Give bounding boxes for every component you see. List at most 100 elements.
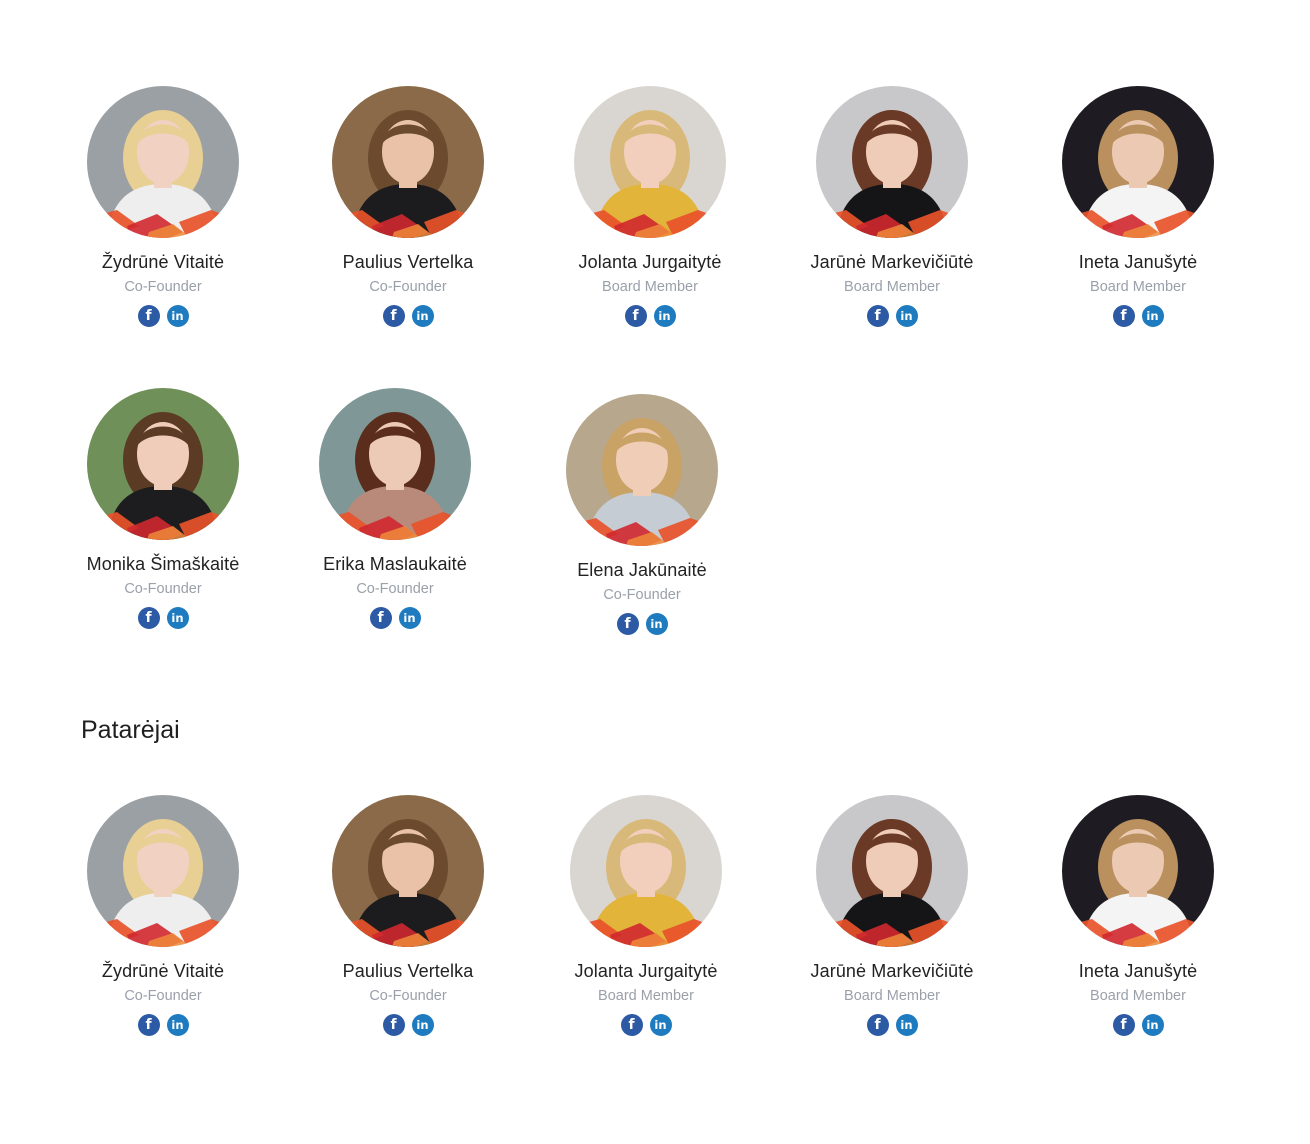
facebook-icon[interactable]: f <box>866 1014 889 1036</box>
linkedin-icon[interactable]: in <box>166 607 189 629</box>
portrait-image <box>574 86 726 238</box>
portrait-image <box>87 388 239 540</box>
member-role: Co-Founder <box>369 279 447 295</box>
social-links: f in <box>620 1014 672 1036</box>
team-card: Monika Šimaškaitė Co-Founder f in <box>43 388 283 629</box>
facebook-icon[interactable]: f <box>382 305 405 327</box>
team-card: Paulius Vertelka Co-Founder f in <box>288 86 528 327</box>
team-card: Paulius Vertelka Co-Founder f in <box>288 795 528 1036</box>
linkedin-icon[interactable]: in <box>649 1014 672 1036</box>
member-name: Jolanta Jurgaitytė <box>578 252 722 272</box>
portrait-image <box>1062 86 1214 238</box>
member-name: Jarūnė Markevičiūtė <box>810 961 974 981</box>
member-name: Paulius Vertelka <box>342 961 474 981</box>
portrait-image <box>570 795 722 947</box>
linkedin-icon[interactable]: in <box>1141 1014 1164 1036</box>
linkedin-icon[interactable]: in <box>166 305 189 327</box>
social-links: f in <box>137 1014 189 1036</box>
facebook-icon[interactable]: f <box>137 305 160 327</box>
facebook-icon[interactable]: f <box>382 1014 405 1036</box>
member-role: Co-Founder <box>124 988 202 1004</box>
portrait-image <box>816 86 968 238</box>
facebook-icon[interactable]: f <box>620 1014 643 1036</box>
member-role: Co-Founder <box>124 279 202 295</box>
member-name: Monika Šimaškaitė <box>86 554 240 574</box>
avatar <box>332 86 484 238</box>
member-role: Board Member <box>598 988 694 1004</box>
member-name: Erika Maslaukaitė <box>323 554 467 574</box>
team-card: Erika Maslaukaitė Co-Founder f in <box>275 388 515 629</box>
portrait-image <box>332 86 484 238</box>
linkedin-icon[interactable]: in <box>166 1014 189 1036</box>
social-links: f in <box>624 305 676 327</box>
social-links: f in <box>382 1014 434 1036</box>
facebook-icon[interactable]: f <box>866 305 889 327</box>
portrait-image <box>1062 795 1214 947</box>
member-role: Co-Founder <box>603 587 681 603</box>
social-links: f in <box>369 607 421 629</box>
member-role: Board Member <box>1090 279 1186 295</box>
portrait-image <box>816 795 968 947</box>
avatar <box>87 795 239 947</box>
facebook-icon[interactable]: f <box>369 607 392 629</box>
social-links: f in <box>866 1014 918 1036</box>
team-card: Žydrūnė Vitaitė Co-Founder f in <box>43 86 283 327</box>
linkedin-icon[interactable]: in <box>895 1014 918 1036</box>
avatar <box>1062 86 1214 238</box>
portrait-image <box>332 795 484 947</box>
linkedin-icon[interactable]: in <box>411 1014 434 1036</box>
member-role: Board Member <box>844 988 940 1004</box>
avatar <box>574 86 726 238</box>
facebook-icon[interactable]: f <box>624 305 647 327</box>
facebook-icon[interactable]: f <box>137 607 160 629</box>
avatar <box>332 795 484 947</box>
social-links: f in <box>137 607 189 629</box>
member-name: Jolanta Jurgaitytė <box>574 961 718 981</box>
team-card: Žydrūnė Vitaitė Co-Founder f in <box>43 795 283 1036</box>
team-card: Ineta Janušytė Board Member f in <box>1018 795 1258 1036</box>
social-links: f in <box>137 305 189 327</box>
member-name: Elena Jakūnaitė <box>577 560 707 580</box>
social-links: f in <box>1112 305 1164 327</box>
avatar <box>816 795 968 947</box>
social-links: f in <box>382 305 434 327</box>
linkedin-icon[interactable]: in <box>1141 305 1164 327</box>
member-role: Co-Founder <box>356 581 434 597</box>
team-card: Jarūnė Markevičiūtė Board Member f in <box>772 86 1012 327</box>
social-links: f in <box>616 613 668 635</box>
facebook-icon[interactable]: f <box>137 1014 160 1036</box>
linkedin-icon[interactable]: in <box>411 305 434 327</box>
advisors-heading: Patarėjai <box>81 716 180 744</box>
avatar <box>1062 795 1214 947</box>
social-links: f in <box>866 305 918 327</box>
avatar <box>566 394 718 546</box>
member-name: Paulius Vertelka <box>342 252 474 272</box>
member-name: Ineta Janušytė <box>1078 252 1198 272</box>
linkedin-icon[interactable]: in <box>895 305 918 327</box>
team-card: Jolanta Jurgaitytė Board Member f in <box>530 86 770 327</box>
member-name: Jarūnė Markevičiūtė <box>810 252 974 272</box>
facebook-icon[interactable]: f <box>616 613 639 635</box>
linkedin-icon[interactable]: in <box>398 607 421 629</box>
member-role: Board Member <box>602 279 698 295</box>
member-name: Ineta Janušytė <box>1078 961 1198 981</box>
linkedin-icon[interactable]: in <box>653 305 676 327</box>
portrait-image <box>319 388 471 540</box>
avatar <box>87 86 239 238</box>
facebook-icon[interactable]: f <box>1112 305 1135 327</box>
portrait-image <box>87 86 239 238</box>
member-role: Board Member <box>844 279 940 295</box>
member-role: Co-Founder <box>124 581 202 597</box>
avatar <box>816 86 968 238</box>
team-card: Jolanta Jurgaitytė Board Member f in <box>526 795 766 1036</box>
member-role: Board Member <box>1090 988 1186 1004</box>
member-name: Žydrūnė Vitaitė <box>101 252 225 272</box>
member-role: Co-Founder <box>369 988 447 1004</box>
avatar <box>319 388 471 540</box>
team-card: Jarūnė Markevičiūtė Board Member f in <box>772 795 1012 1036</box>
facebook-icon[interactable]: f <box>1112 1014 1135 1036</box>
linkedin-icon[interactable]: in <box>645 613 668 635</box>
portrait-image <box>87 795 239 947</box>
member-name: Žydrūnė Vitaitė <box>101 961 225 981</box>
social-links: f in <box>1112 1014 1164 1036</box>
